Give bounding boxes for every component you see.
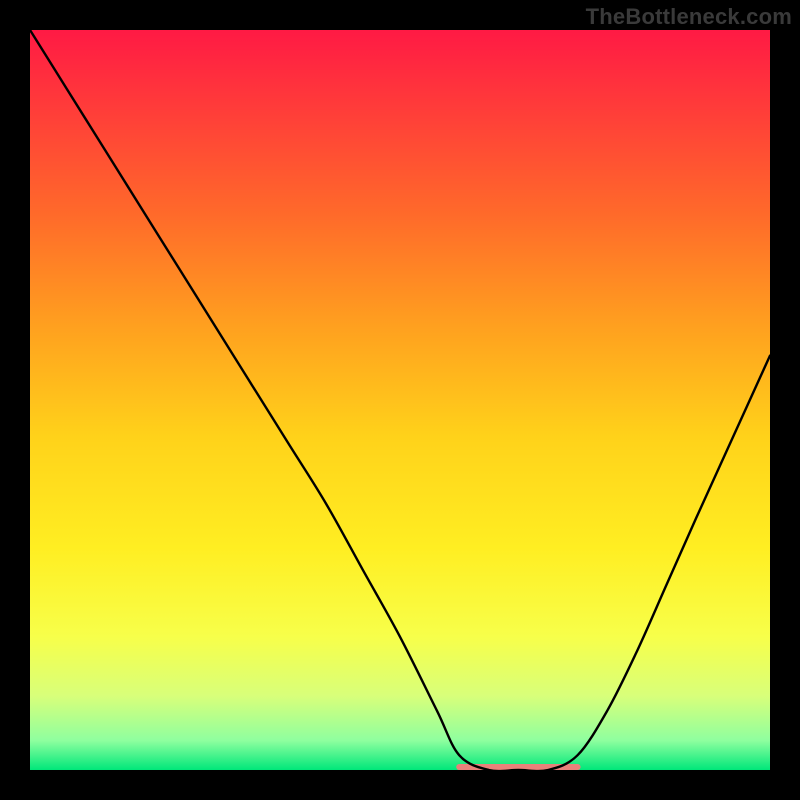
gradient-background xyxy=(30,30,770,770)
chart-svg xyxy=(30,30,770,770)
watermark-text: TheBottleneck.com xyxy=(586,4,792,30)
plot-area xyxy=(30,30,770,770)
chart-frame: TheBottleneck.com xyxy=(0,0,800,800)
